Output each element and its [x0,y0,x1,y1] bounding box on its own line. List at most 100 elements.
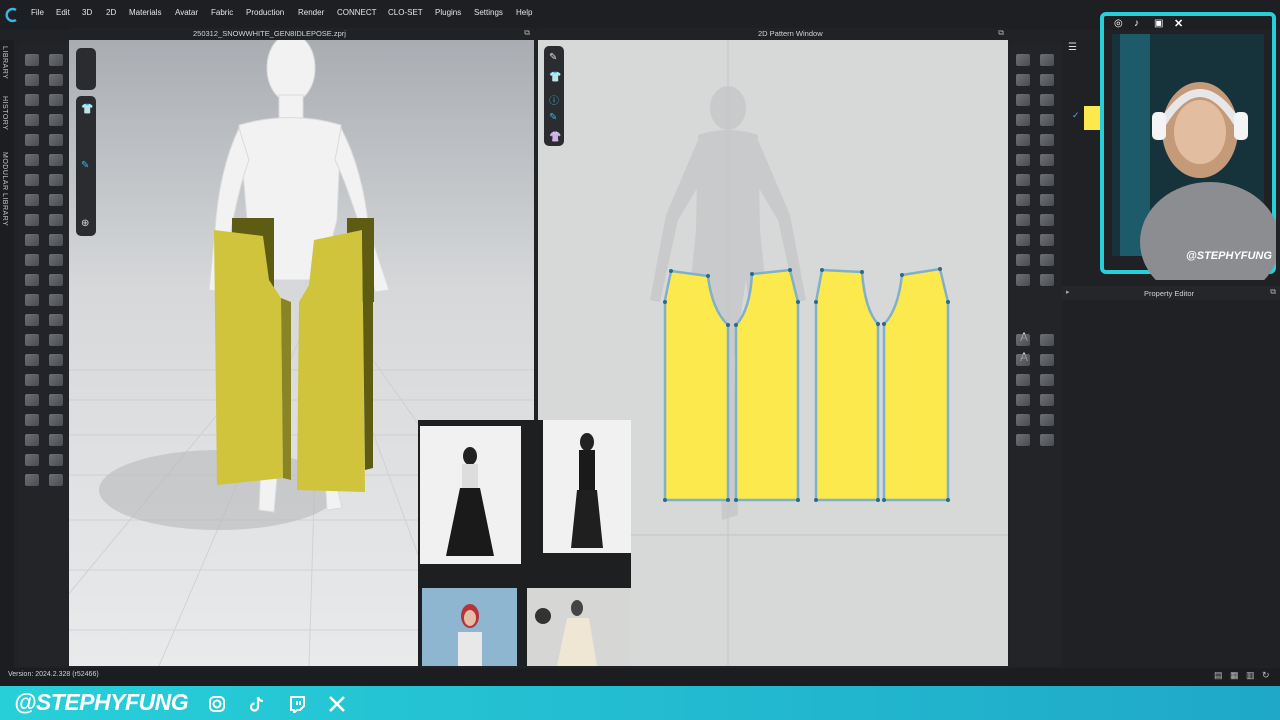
tool-icon[interactable] [25,414,39,426]
tool-icon[interactable] [1016,334,1030,346]
tool-icon[interactable] [49,174,63,186]
refresh-icon[interactable]: ↻ [1262,670,1270,681]
menu-item-avatar[interactable]: Avatar [175,8,198,17]
tool-icon[interactable] [1016,154,1030,166]
tool-icon[interactable] [49,194,63,206]
brush-icon[interactable]: ✎ [81,160,89,171]
tool-icon[interactable] [25,294,39,306]
tool-icon[interactable] [1016,134,1030,146]
tool-icon[interactable] [25,454,39,466]
shirt-icon[interactable]: 👕 [549,72,561,83]
tool-icon[interactable] [25,434,39,446]
tool-icon[interactable] [1016,274,1030,286]
tool-icon[interactable] [49,374,63,386]
tool-icon[interactable] [49,294,63,306]
tool-icon[interactable] [25,234,39,246]
tool-icon[interactable] [1016,394,1030,406]
shirt-icon[interactable]: 👕 [81,104,93,115]
tool-icon[interactable] [25,254,39,266]
tool-icon[interactable] [1016,74,1030,86]
view2d-toolstrip[interactable]: ✎ 👕 ⓘ ✎ 👚 [544,46,564,146]
tool-icon[interactable] [1016,214,1030,226]
expand-icon[interactable]: ▸ [1066,288,1070,296]
tool-icon[interactable] [25,74,39,86]
tool-icon[interactable] [25,194,39,206]
tool-icon[interactable] [1040,194,1054,206]
tool-icon[interactable] [25,214,39,226]
tool-icon[interactable] [1016,434,1030,446]
tool-icon[interactable] [1040,214,1054,226]
tool-icon[interactable] [49,54,63,66]
tool-icon[interactable] [1040,114,1054,126]
tool-icon[interactable] [49,394,63,406]
layout-icon-2[interactable]: ▦ [1230,670,1239,681]
tool-icon[interactable] [49,94,63,106]
tool-icon[interactable] [49,334,63,346]
tool-icon[interactable] [49,274,63,286]
tool-icon[interactable] [49,234,63,246]
tool-icon[interactable] [49,254,63,266]
tool-icon[interactable] [1040,74,1054,86]
tool-icon[interactable] [1016,234,1030,246]
menu-item-2d[interactable]: 2D [106,8,116,17]
list-icon[interactable]: ☰ [1068,42,1077,53]
menu-item-edit[interactable]: Edit [56,8,70,17]
check-icon[interactable]: ✓ [1072,110,1080,121]
tool-icon[interactable] [25,54,39,66]
tool-icon[interactable] [1040,274,1054,286]
tool-icon[interactable] [1040,94,1054,106]
menu-item-help[interactable]: Help [516,8,532,17]
menu-item-connect[interactable]: CONNECT [337,8,377,17]
tool-icon[interactable] [1040,434,1054,446]
pen-icon[interactable]: ✎ [549,52,557,63]
tool-icon[interactable] [25,394,39,406]
tool-icon[interactable] [25,94,39,106]
tool-icon[interactable] [49,454,63,466]
tool-icon[interactable] [1016,194,1030,206]
view3d-toolstrip-top[interactable] [76,48,96,90]
globe-icon[interactable]: ⊕ [81,218,89,229]
modular-library-tab[interactable]: MODULAR LIBRARY [1,152,8,226]
tool-icon[interactable] [25,174,39,186]
menu-item-plugins[interactable]: Plugins [435,8,461,17]
menu-item-fabric[interactable]: Fabric [211,8,233,17]
tool-icon[interactable] [1040,334,1054,346]
tool-icon[interactable] [1040,174,1054,186]
maximize-icon[interactable]: ⧉ [1270,287,1276,297]
tool-icon[interactable] [1040,354,1054,366]
tool-icon[interactable] [25,274,39,286]
tool-icon[interactable] [1016,254,1030,266]
tool-icon[interactable] [49,434,63,446]
tool-icon[interactable] [1016,354,1030,366]
menu-item-3d[interactable]: 3D [82,8,92,17]
layout-icon-3[interactable]: ▥ [1246,670,1255,681]
tool-icon[interactable] [49,414,63,426]
tool-icon[interactable] [1040,254,1054,266]
tool-icon[interactable] [49,114,63,126]
tool-icon[interactable] [25,314,39,326]
tool-icon[interactable] [49,134,63,146]
tool-icon[interactable] [1016,94,1030,106]
menu-item-render[interactable]: Render [298,8,324,17]
tool-icon[interactable] [25,354,39,366]
tool-icon[interactable] [1040,54,1054,66]
garment-icon[interactable]: 👚 [549,132,561,143]
maximize-icon[interactable]: ⧉ [524,28,530,38]
tool-icon[interactable] [1040,414,1054,426]
tool-icon[interactable] [25,114,39,126]
tool-icon[interactable] [1016,114,1030,126]
menu-item-clo-set[interactable]: CLO-SET [388,8,423,17]
tool-icon[interactable] [1040,234,1054,246]
tool-icon[interactable] [49,314,63,326]
brush-icon[interactable]: ✎ [549,112,557,123]
tool-icon[interactable] [1040,374,1054,386]
layout-icon[interactable]: ▤ [1214,670,1223,681]
tool-icon[interactable] [49,474,63,486]
view3d-toolstrip[interactable]: 👕 ✎ ⊕ [76,96,96,236]
tool-icon[interactable] [25,374,39,386]
tool-icon[interactable] [1016,174,1030,186]
tool-icon[interactable] [49,214,63,226]
tool-icon[interactable] [49,74,63,86]
menu-item-materials[interactable]: Materials [129,8,161,17]
tool-icon[interactable] [1040,394,1054,406]
